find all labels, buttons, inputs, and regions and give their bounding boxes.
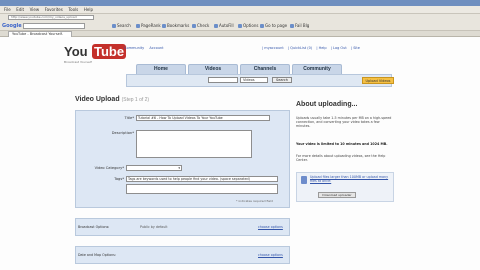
date-map-options-label: Date and Map Options:	[78, 253, 117, 257]
toolbar-search[interactable]: Search	[112, 22, 131, 30]
date-map-options-link[interactable]: choose options	[258, 253, 283, 257]
about-uploading-title: About uploading...	[296, 101, 358, 108]
search-button[interactable]: Search	[272, 77, 292, 83]
chevron-down-icon: ▾	[178, 166, 180, 170]
about-intro: Uploads usually take 1-5 minutes per MB …	[296, 116, 392, 129]
category-select[interactable]: ▾	[126, 165, 182, 171]
uploader-icon	[301, 176, 307, 184]
logo-tagline: Broadcast Yourself	[64, 60, 92, 64]
page-title-text: Video Upload	[75, 96, 120, 103]
google-toolbar-logo: Google	[2, 23, 22, 29]
search-input[interactable]	[208, 77, 238, 83]
step-indicator: (Step 1 of 2)	[121, 97, 150, 103]
toolbar-bookmarks[interactable]: Bookmarks	[162, 22, 189, 30]
autofill-icon	[214, 24, 218, 28]
logo-you: You	[64, 44, 88, 59]
account-link[interactable]: Account	[149, 46, 163, 50]
browser-window: File Edit View Favorites Tools Help http…	[0, 0, 480, 270]
toolbar-pagerank[interactable]: PageRank	[136, 22, 161, 30]
about-help: For more details about uploading videos,…	[296, 154, 386, 163]
logo-tube: Tube	[92, 44, 127, 59]
options-icon	[238, 24, 242, 28]
blog-icon	[290, 24, 294, 28]
user-links: | myaccount | QuickList (0) | Help | Log…	[262, 46, 363, 50]
required-note: * indicates required field	[236, 199, 273, 203]
search-scope-select[interactable]: Videos	[240, 77, 268, 83]
pagerank-icon	[136, 24, 140, 28]
menu-tools[interactable]: Tools	[68, 6, 78, 14]
category-label: Video Category*	[94, 166, 124, 170]
toolbar-autofill[interactable]: AutoFill	[214, 22, 234, 30]
myaccount-link[interactable]: | myaccount	[262, 46, 284, 50]
menu-bar: File Edit View Favorites Tools Help	[0, 6, 480, 14]
address-bar[interactable]: http://www.youtube.com/my_videos_upload	[8, 15, 94, 20]
menu-view[interactable]: View	[30, 6, 40, 14]
description-field[interactable]	[136, 130, 252, 158]
tags-textarea[interactable]	[126, 184, 278, 194]
description-label: Description*	[111, 131, 134, 135]
broadcast-options-value: Public by default	[140, 225, 168, 229]
check-icon	[192, 24, 196, 28]
community-link[interactable]: Community	[124, 46, 144, 50]
toolbar-fail-blog[interactable]: Fail Blg	[290, 22, 309, 30]
broadcast-options-link[interactable]: choose options	[258, 225, 283, 229]
menu-file[interactable]: File	[4, 6, 11, 14]
tags-field[interactable]: Tags are keywords used to help people fi…	[126, 176, 278, 182]
top-links: Community Account	[124, 46, 168, 50]
google-search-input[interactable]	[23, 23, 85, 29]
toolbar-check[interactable]: Check	[192, 22, 209, 30]
tab-videos[interactable]: Videos	[188, 64, 238, 74]
logout-link[interactable]: | Log Out	[331, 46, 347, 50]
menu-favorites[interactable]: Favorites	[45, 6, 63, 14]
help-link[interactable]: | Help	[316, 46, 326, 50]
main-nav-tabs: Home Videos Channels Community	[126, 64, 378, 74]
download-uploader-text[interactable]: Upload files larger than 100MB or upload…	[310, 175, 390, 183]
title-field[interactable]: Tutorial #6 - How To Upload Videos To Yo…	[136, 115, 270, 121]
broadcast-options-label: Broadcast Options:	[78, 225, 110, 229]
tab-home[interactable]: Home	[136, 64, 186, 74]
page-icon	[260, 24, 264, 28]
tab-community[interactable]: Community	[292, 64, 342, 74]
title-label: Title*	[124, 116, 135, 120]
menu-help[interactable]: Help	[84, 6, 93, 14]
star-icon	[162, 24, 166, 28]
search-icon	[112, 24, 116, 28]
upload-videos-button[interactable]: Upload Videos	[362, 77, 394, 84]
download-uploader-button[interactable]: Download uploader	[318, 192, 356, 198]
toolbar-goto-page[interactable]: Go to page	[260, 22, 287, 30]
youtube-logo[interactable]: You Tube Broadcast Yourself	[64, 44, 127, 64]
tab-channels[interactable]: Channels	[240, 64, 290, 74]
page-title: Video Upload (Step 1 of 2)	[75, 95, 149, 105]
quicklist-link[interactable]: | QuickList (0)	[288, 46, 312, 50]
menu-edit[interactable]: Edit	[16, 6, 24, 14]
site-link[interactable]: | Site	[351, 46, 360, 50]
about-limit: Your video is limited to 10 minutes and …	[296, 142, 388, 146]
toolbar-options[interactable]: Options	[238, 22, 258, 30]
tags-label: Tags*	[114, 177, 124, 181]
